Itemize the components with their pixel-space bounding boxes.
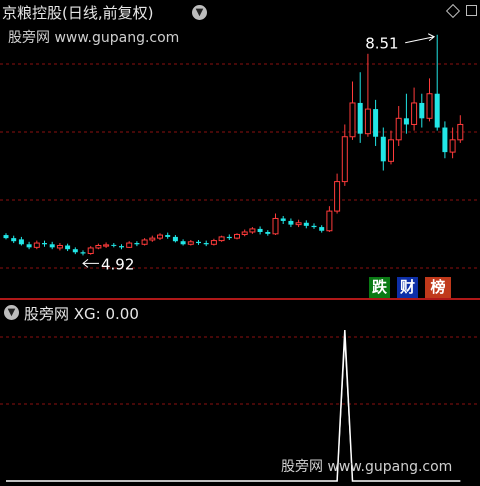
candle-body <box>280 218 286 221</box>
candle-body <box>373 109 379 137</box>
indicator-label: 股旁网 XG: 0.00 <box>24 305 139 323</box>
candle-body <box>341 136 348 183</box>
candle-body <box>411 102 418 125</box>
candle-body <box>11 238 17 242</box>
watermark: 股旁网 www.gupang.com <box>8 30 180 46</box>
candle-body <box>165 235 171 237</box>
candle-body <box>111 244 117 246</box>
square-icon[interactable] <box>466 5 477 16</box>
candle-body <box>210 240 217 245</box>
candle-body <box>134 243 140 245</box>
candle-body <box>196 241 201 244</box>
candle-body <box>72 249 78 253</box>
candle-body <box>326 210 333 232</box>
candle-body <box>380 136 386 162</box>
candle-body <box>234 233 240 239</box>
candle-body <box>218 236 225 242</box>
candle-body <box>334 181 341 212</box>
candle-body <box>303 222 309 226</box>
low-price-label: 4.92 <box>101 255 134 273</box>
candle-body <box>56 245 63 249</box>
candle-body <box>434 93 440 128</box>
candle-body <box>141 239 148 245</box>
candle-body <box>65 245 71 250</box>
candle-body <box>226 236 232 239</box>
candle-body <box>457 123 464 141</box>
candle-body <box>49 244 55 248</box>
badge-bang[interactable]: 榜 <box>425 277 451 298</box>
candle-body <box>95 245 102 249</box>
candle-body <box>249 228 256 233</box>
badge-cai[interactable]: 财 <box>397 277 418 298</box>
candle-body <box>119 246 124 248</box>
candle-body <box>172 236 178 242</box>
candle-body <box>33 242 40 248</box>
candle-body <box>3 235 9 239</box>
candle-body <box>442 127 448 153</box>
candle-body <box>26 244 32 248</box>
candle-body <box>349 102 356 138</box>
candle-body <box>319 227 325 231</box>
candle-body <box>241 231 248 235</box>
candle-body <box>149 237 156 241</box>
candle-body <box>187 241 194 245</box>
high-price-label: 8.51 <box>365 35 398 53</box>
candle-body <box>87 247 94 254</box>
candle-body <box>311 225 317 228</box>
candle-body <box>357 102 363 134</box>
chart-canvas: 8.51 4.92 <box>0 33 480 482</box>
candle-body <box>126 242 133 248</box>
candle-body <box>272 217 279 235</box>
candle-body <box>157 234 163 239</box>
indicator-grid <box>0 336 480 405</box>
chart-title: 京粮控股(日线,前复权) <box>2 4 154 22</box>
candle-body <box>364 108 371 135</box>
candle-body <box>288 220 294 225</box>
chevron-down-icon[interactable]: ▼ <box>4 305 19 320</box>
low-price-arrow <box>82 258 99 268</box>
candle-body <box>295 222 302 226</box>
candle-body <box>388 139 394 162</box>
candle-body <box>419 102 425 119</box>
candle-body <box>403 118 409 125</box>
candle-body <box>395 117 402 141</box>
chevron-down-icon[interactable]: ▼ <box>192 5 207 20</box>
candle-body <box>265 231 271 234</box>
candle-body <box>426 93 433 119</box>
candle-body <box>42 243 47 245</box>
candle-body <box>257 228 263 232</box>
high-price-arrow <box>405 33 436 44</box>
candle-body <box>103 244 110 247</box>
watermark: 股旁网 www.gupang.com <box>281 459 453 475</box>
candle-body <box>80 252 86 254</box>
candle-body <box>449 139 456 153</box>
badge-die[interactable]: 跌 <box>369 277 390 298</box>
candle-body <box>180 241 186 245</box>
candle-body <box>18 239 24 245</box>
candlestick-series <box>3 34 464 256</box>
candle-body <box>203 243 209 245</box>
